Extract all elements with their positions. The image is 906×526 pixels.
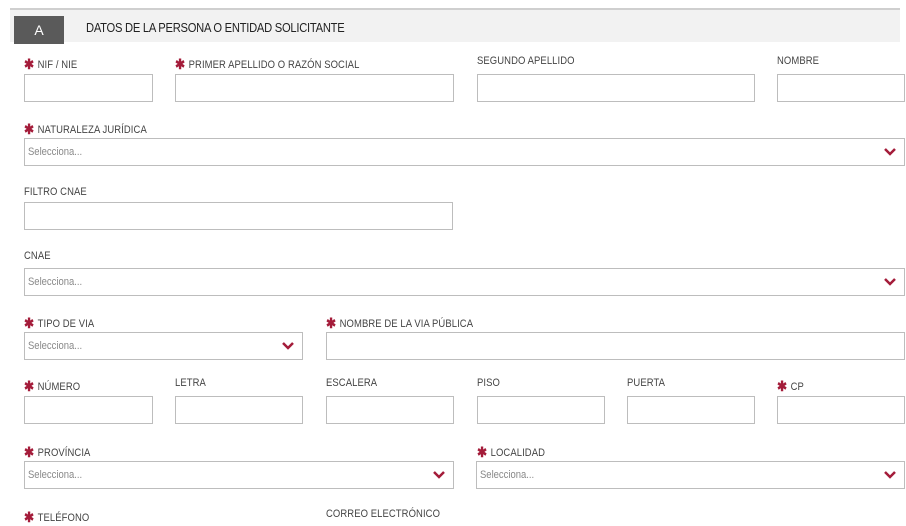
chevron-down-icon [884, 471, 896, 479]
nif-label: ✱ NIF / NIE [24, 56, 78, 72]
nif-input[interactable] [24, 74, 153, 102]
localidad-select[interactable]: Selecciona... [476, 461, 905, 489]
letra-label: LETRA [175, 377, 206, 389]
puerta-label: PUERTA [627, 377, 666, 389]
chevron-down-icon [884, 148, 896, 156]
nombre-input[interactable] [777, 74, 905, 102]
required-mark: ✱ [24, 121, 35, 137]
piso-input[interactable] [477, 396, 605, 424]
tipo-via-placeholder: Selecciona... [28, 340, 83, 352]
telefono-label: ✱ TELÉFONO [24, 509, 90, 525]
required-mark: ✱ [24, 315, 35, 331]
nombre-via-label: ✱ NOMBRE DE LA VIA PÚBLICA [326, 315, 474, 331]
filtro-cnae-input[interactable] [24, 202, 453, 230]
primer-apellido-input[interactable] [175, 74, 454, 102]
cp-input[interactable] [777, 396, 905, 424]
required-mark: ✱ [24, 444, 35, 460]
segundo-apellido-input[interactable] [477, 74, 755, 102]
escalera-label: ESCALERA [326, 377, 378, 389]
segundo-apellido-label: SEGUNDO APELLIDO [477, 55, 575, 67]
provincia-select[interactable]: Selecciona... [24, 461, 454, 489]
provincia-placeholder: Selecciona... [28, 469, 83, 481]
escalera-input[interactable] [326, 396, 454, 424]
piso-label: PISO [477, 377, 500, 389]
required-mark: ✱ [477, 444, 488, 460]
section-title: DATOS DE LA PERSONA O ENTIDAD SOLICITANT… [86, 20, 345, 35]
tipo-via-select[interactable]: Selecciona... [24, 332, 303, 360]
chevron-down-icon [433, 471, 445, 479]
numero-input[interactable] [24, 396, 153, 424]
required-mark: ✱ [24, 378, 35, 394]
cnae-label: CNAE [24, 250, 51, 262]
localidad-placeholder: Selecciona... [480, 469, 535, 481]
cp-label: ✱ CP [777, 378, 804, 394]
chevron-down-icon [282, 342, 294, 350]
nombre-label: NOMBRE [777, 55, 820, 67]
letra-input[interactable] [175, 396, 303, 424]
cnae-placeholder: Selecciona... [28, 276, 83, 288]
primer-apellido-label: ✱ PRIMER APELLIDO O RAZÓN SOCIAL [175, 56, 360, 72]
chevron-down-icon [884, 278, 896, 286]
naturaleza-select[interactable]: Selecciona... [24, 138, 905, 166]
puerta-input[interactable] [627, 396, 755, 424]
required-mark: ✱ [326, 315, 337, 331]
section-header: A DATOS DE LA PERSONA O ENTIDAD SOLICITA… [10, 8, 900, 44]
localidad-label: ✱ LOCALIDAD [477, 444, 546, 460]
required-mark: ✱ [24, 56, 35, 72]
required-mark: ✱ [777, 378, 788, 394]
provincia-label: ✱ PROVÍNCIA [24, 444, 91, 460]
filtro-cnae-label: FILTRO CNAE [24, 186, 87, 198]
naturaleza-placeholder: Selecciona... [28, 146, 83, 158]
naturaleza-label: ✱ NATURALEZA JURÍDICA [24, 121, 147, 137]
required-mark: ✱ [175, 56, 186, 72]
nombre-via-input[interactable] [326, 332, 905, 360]
cnae-select[interactable]: Selecciona... [24, 268, 905, 296]
section-badge: A [14, 16, 64, 44]
required-mark: ✱ [24, 509, 35, 525]
numero-label: ✱ NÚMERO [24, 378, 81, 394]
correo-label: CORREO ELECTRÓNICO [326, 508, 441, 520]
tipo-via-label: ✱ TIPO DE VIA [24, 315, 95, 331]
